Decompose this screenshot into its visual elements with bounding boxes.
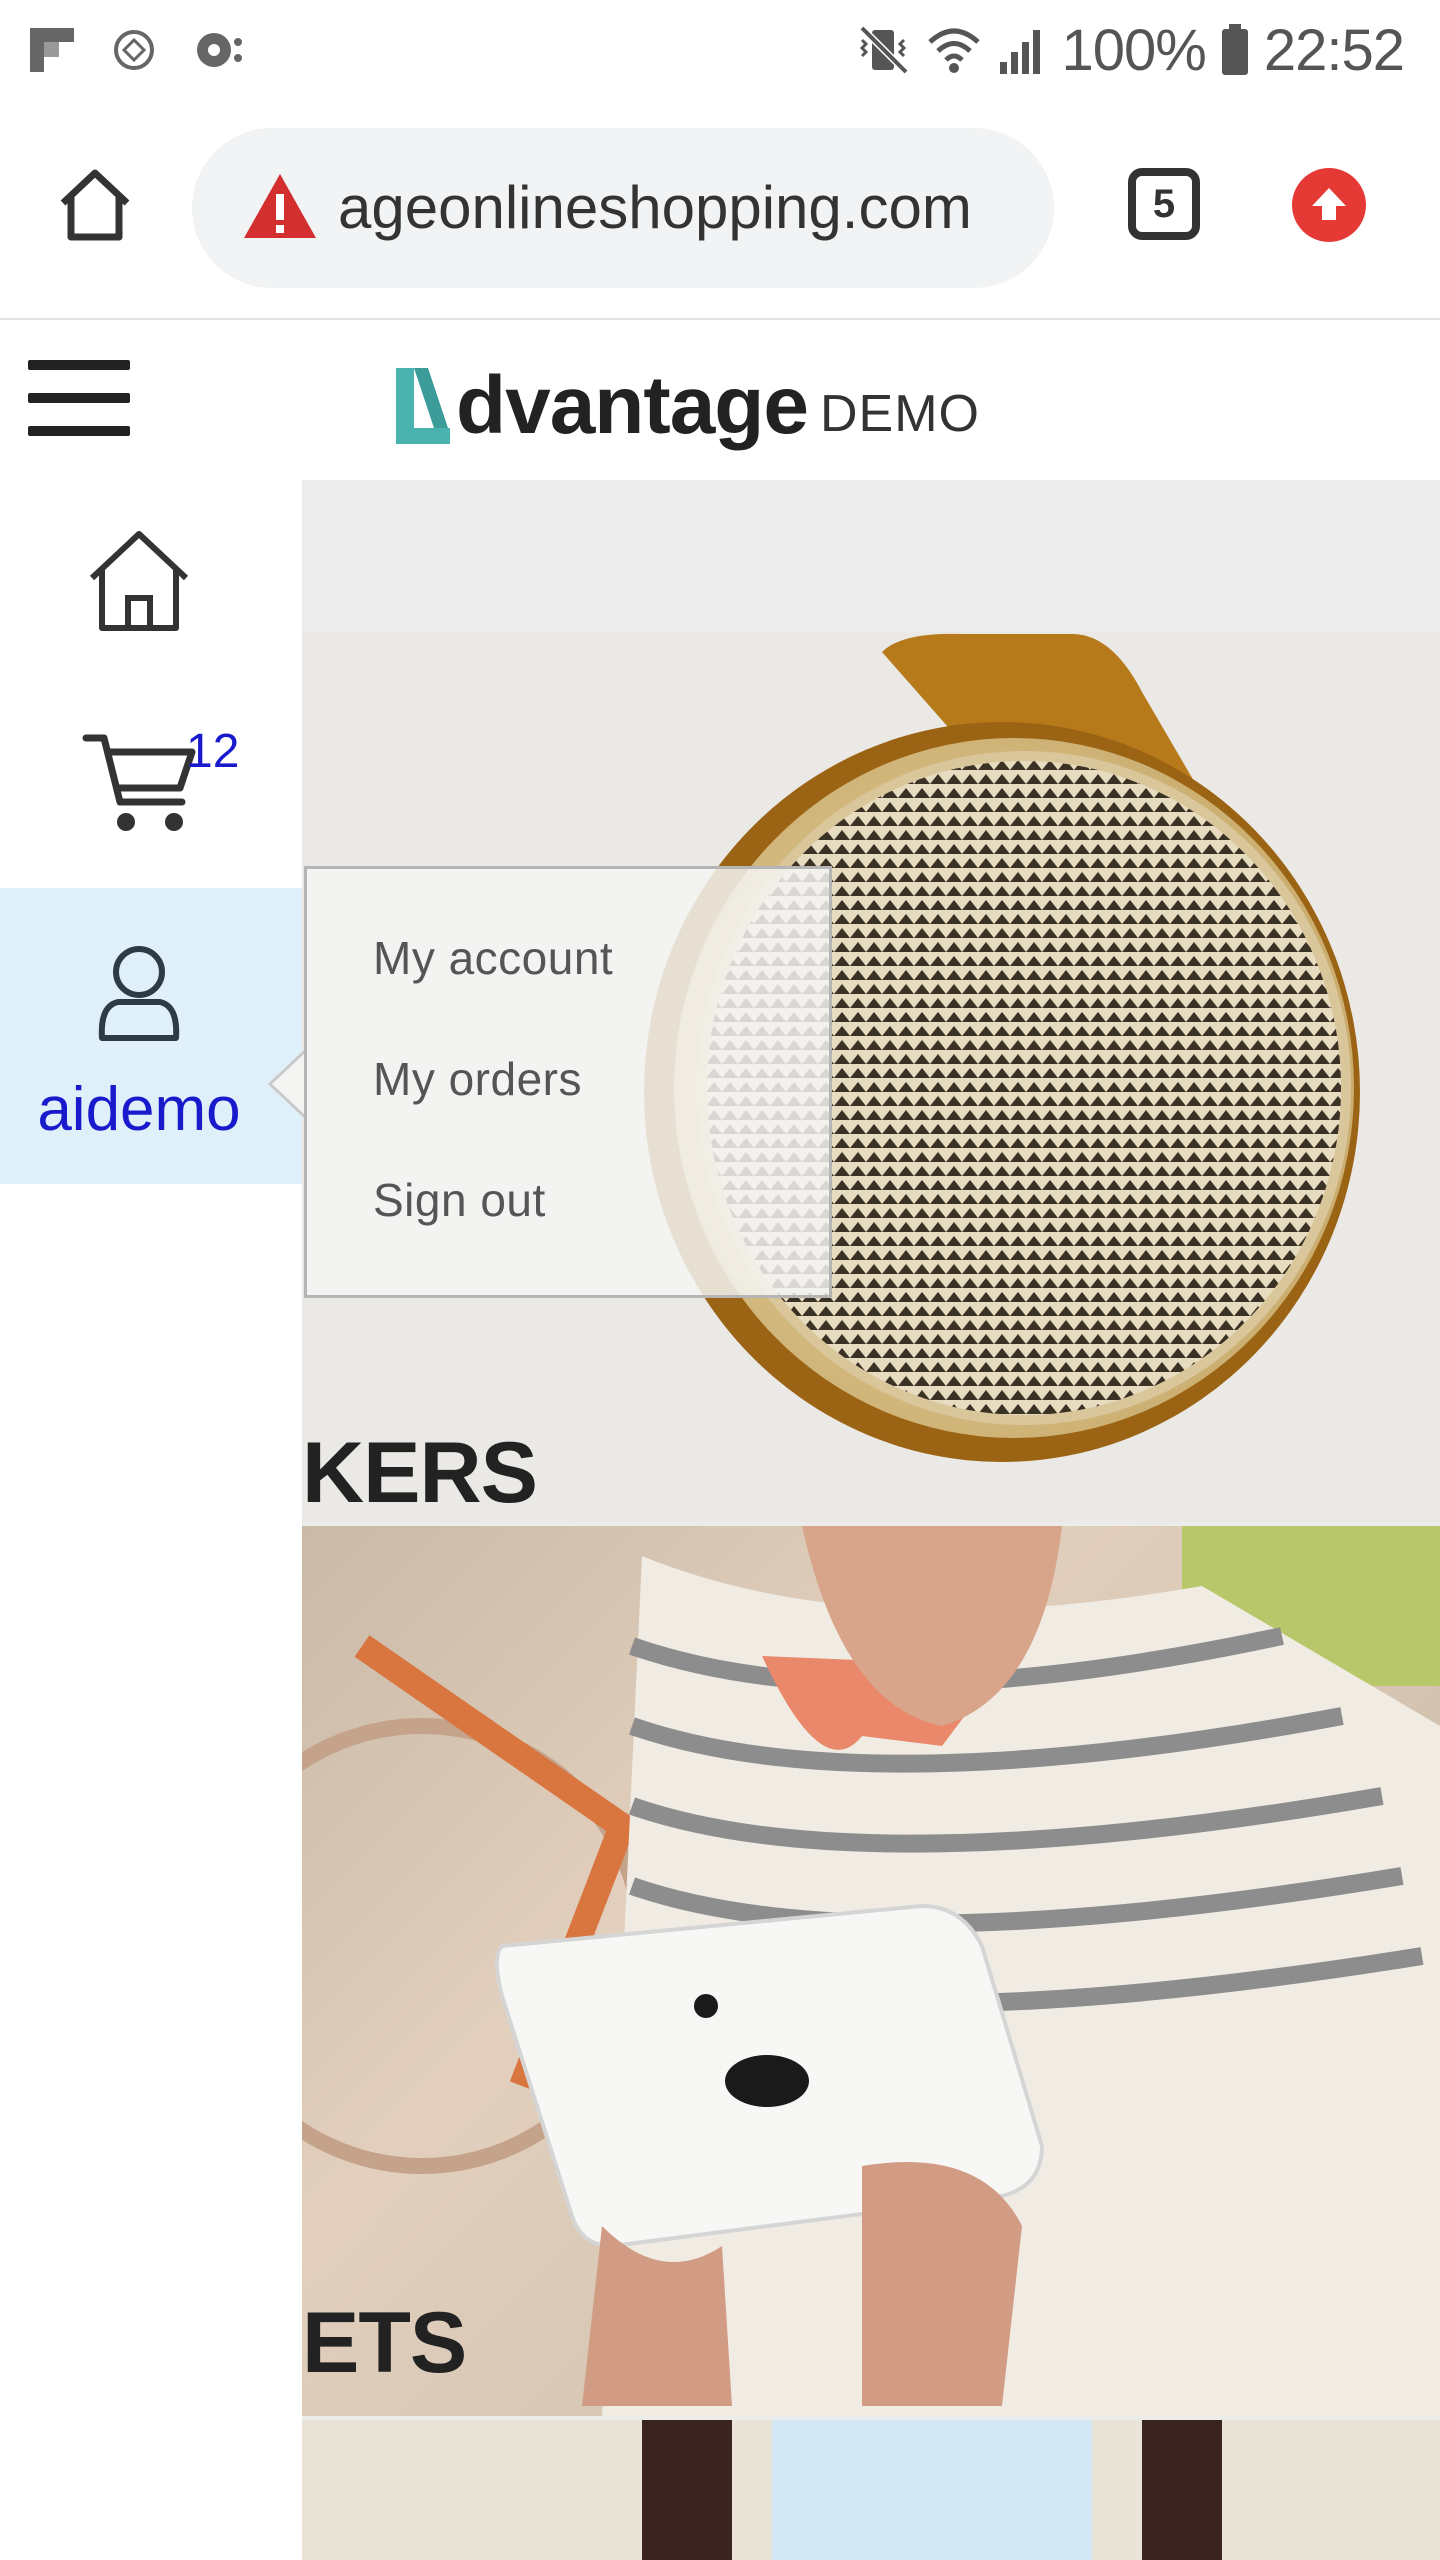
side-nav: 12 aidemo — [0, 480, 302, 2560]
status-bar: 100% 22:52 — [0, 0, 1440, 100]
browser-toolbar: ageonlineshopping.com 5 — [0, 100, 1440, 320]
logo-suffix: DEMO — [820, 385, 980, 443]
nav-user-button[interactable]: aidemo — [0, 888, 302, 1184]
speakers-title[interactable]: KERS — [302, 1424, 538, 1523]
browser-home-button[interactable] — [50, 160, 140, 250]
clock: 22:52 — [1263, 17, 1405, 83]
update-button[interactable] — [1292, 168, 1366, 242]
url-text[interactable]: ageonlineshopping.com — [338, 172, 972, 244]
tablet-photo — [302, 1526, 1440, 2416]
tab-switcher-button[interactable]: 5 — [1128, 168, 1200, 240]
update-icon — [1312, 188, 1346, 220]
notification-icons — [30, 22, 246, 78]
tablets-category[interactable]: ETS — [302, 1526, 1440, 2416]
logo-text: dvantage — [456, 360, 809, 451]
nav-home-icon[interactable] — [86, 528, 192, 634]
user-menu-dropdown: My account My orders Sign out — [304, 866, 832, 1298]
flipboard-icon — [30, 28, 74, 72]
url-bar[interactable]: ageonlineshopping.com — [192, 128, 1054, 288]
tab-count: 5 — [1152, 181, 1176, 226]
main-content: KERS ETS — [302, 480, 1440, 2560]
wifi-icon — [927, 28, 980, 73]
vibrate-mute-icon — [859, 25, 908, 75]
menu-item-my-account[interactable]: My account — [373, 931, 613, 985]
next-category-image — [642, 2420, 1222, 2560]
tablets-title[interactable]: ETS — [302, 2294, 467, 2393]
podcast-icon — [197, 33, 242, 67]
home-icon — [60, 169, 130, 241]
menu-item-sign-out[interactable]: Sign out — [373, 1173, 546, 1227]
battery-icon — [1221, 24, 1248, 75]
site-header: dvantage DEMO — [0, 320, 1440, 480]
next-category[interactable] — [302, 2420, 1440, 2560]
logo-a-mark — [396, 368, 450, 444]
user-icon — [98, 946, 180, 1041]
user-name[interactable]: aidemo — [0, 1074, 278, 1145]
app-icon — [114, 30, 154, 70]
menu-item-my-orders[interactable]: My orders — [373, 1052, 582, 1106]
site-logo[interactable]: dvantage DEMO — [392, 354, 980, 454]
nav-cart-icon[interactable] — [82, 728, 202, 838]
cart-count-badge[interactable]: 12 — [186, 724, 239, 779]
system-icons: 100% 22:52 — [856, 14, 1405, 86]
warning-icon[interactable] — [242, 172, 318, 242]
menu-button[interactable] — [28, 360, 130, 436]
battery-percent: 100% — [1061, 17, 1207, 83]
dropdown-caret-inner — [272, 1053, 305, 1115]
signal-icon — [999, 30, 1040, 74]
